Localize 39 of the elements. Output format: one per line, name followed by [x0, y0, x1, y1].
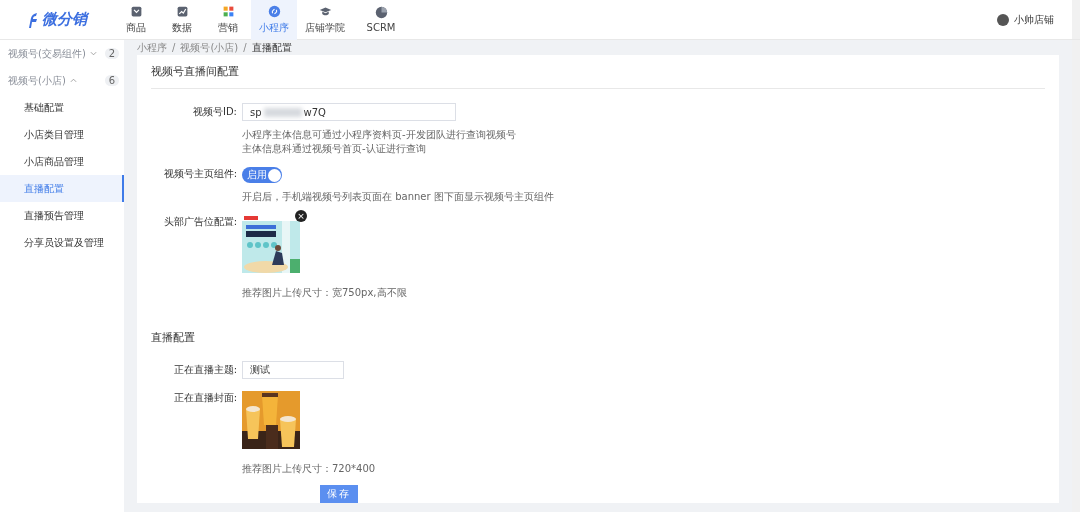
nav-tab[interactable]: SCRM — [353, 0, 409, 40]
form-label: 正在直播主题: — [172, 363, 238, 377]
breadcrumb-separator: / — [172, 42, 176, 53]
sidebar-item[interactable]: 小店商品管理 — [0, 148, 124, 175]
sidebar-item[interactable]: 直播配置 — [0, 175, 124, 202]
sidebar-group[interactable]: 视频号(小店) 6 — [0, 67, 124, 94]
chevron-down-icon — [89, 51, 97, 56]
breadcrumb-separator: / — [243, 42, 247, 53]
input-field[interactable]: 测试 — [242, 361, 344, 379]
sidebar-group[interactable]: 视频号(交易组件) 2 — [0, 40, 124, 67]
nav-tab[interactable]: 店铺学院 — [297, 0, 353, 40]
toggle-switch[interactable]: 启用 — [242, 167, 282, 183]
hint-text: 推荐图片上传尺寸：720*400 — [242, 462, 376, 475]
user-name[interactable]: 小帅店铺 — [1014, 12, 1054, 27]
form-label: 视频号主页组件: — [162, 167, 238, 181]
sidebar-item[interactable]: 基础配置 — [0, 94, 124, 121]
hint-text: 小程序主体信息可通过小程序资料页-开发团队进行查询视频号 — [242, 128, 516, 141]
breadcrumb-current: 直播配置 — [251, 40, 292, 55]
count-badge: 6 — [104, 75, 119, 86]
count-badge: 2 — [104, 48, 119, 59]
chevron-up-icon — [69, 78, 77, 83]
remove-button[interactable]: × — [295, 210, 307, 222]
avatar[interactable] — [997, 13, 1009, 26]
section-title: 视频号直播间配置 — [151, 55, 1045, 89]
sidebar-item[interactable]: 直播预告管理 — [0, 202, 124, 229]
nav-tab[interactable]: 小程序 — [251, 0, 297, 40]
form-label: 头部广告位配置: — [162, 215, 238, 229]
nav-tab[interactable]: 数据 — [159, 0, 205, 40]
form-label: 视频号ID: — [191, 105, 238, 119]
sidebar-item[interactable]: 分享员设置及管理 — [0, 229, 124, 256]
nav-tab[interactable]: 营销 — [205, 0, 251, 40]
hint-text: 主体信息科通过视频号首页-认证进行查询 — [242, 142, 427, 155]
hint-text: 开启后，手机端视频号列表页面在 banner 图下面显示视频号主页组件 — [242, 190, 554, 203]
input-field[interactable]: sp w7Q — [242, 103, 456, 121]
data-icon — [175, 4, 189, 18]
hint-text: 推荐图片上传尺寸：宽750px,高不限 — [242, 286, 407, 299]
section-title: 直播配置 — [151, 330, 196, 345]
form-label: 正在直播封面: — [172, 391, 238, 405]
sidebar-item[interactable]: 小店类目管理 — [0, 121, 124, 148]
